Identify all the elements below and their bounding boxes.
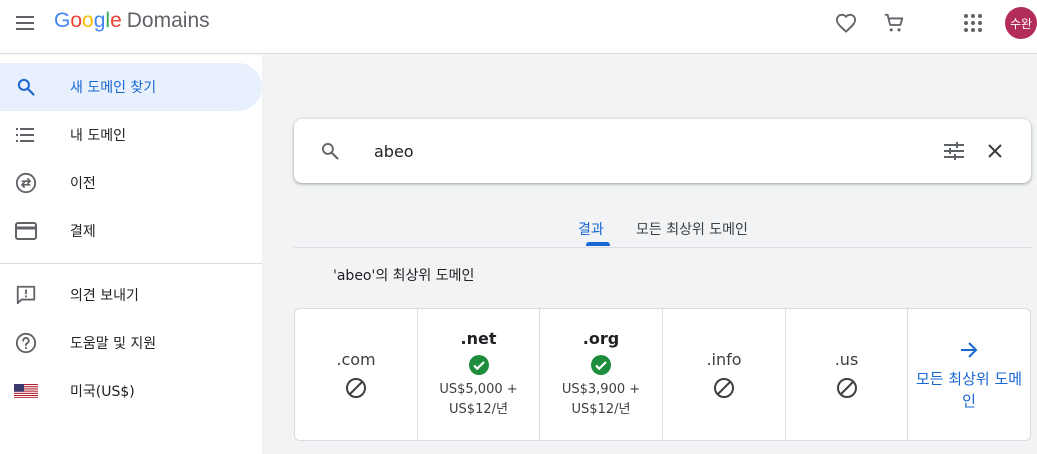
heart-icon[interactable] <box>833 10 859 36</box>
more-tlds-label: 모든 최상위 도메인 <box>915 369 1023 410</box>
tab-all-tlds[interactable]: 모든 최상위 도메인 <box>636 219 748 239</box>
cart-icon[interactable] <box>881 10 907 36</box>
sidebar-item-help[interactable]: 도움말 및 지원 <box>0 319 262 367</box>
list-icon <box>14 123 38 147</box>
available-check-icon <box>590 354 612 376</box>
tld-price: US$5,000 + US$12/년 <box>439 382 518 417</box>
sidebar-item-billing[interactable]: 결제 <box>0 207 262 255</box>
tld-option-net[interactable]: .net US$5,000 + US$12/년 <box>418 309 540 440</box>
transfer-icon <box>14 171 38 195</box>
sidebar-item-label: 결제 <box>70 224 96 240</box>
sidebar-divider <box>0 263 262 264</box>
search-icon <box>14 75 38 99</box>
navigation-drawer: 새 도메인 찾기 내 도메인 이전 결제 의견 보내기 도움말 및 지원 미국(… <box>0 55 262 454</box>
feedback-icon <box>14 283 38 307</box>
results-tabs: 결과 모든 최상위 도메인 <box>294 210 1031 248</box>
sidebar-item-transfer[interactable]: 이전 <box>0 159 262 207</box>
google-domains-logo[interactable]: Google Domains <box>54 9 210 33</box>
unavailable-icon <box>345 377 367 399</box>
unavailable-icon <box>713 377 735 399</box>
tune-filter-icon[interactable] <box>942 139 966 163</box>
available-check-icon <box>468 354 490 376</box>
sidebar-item-currency[interactable]: 미국(US$) <box>0 367 262 415</box>
sidebar-item-label: 이전 <box>70 176 96 192</box>
active-tab-indicator <box>586 242 610 246</box>
sidebar-item-my-domains[interactable]: 내 도메인 <box>0 111 262 159</box>
sidebar-item-label: 내 도메인 <box>70 128 126 144</box>
tab-results[interactable]: 결과 <box>578 219 604 239</box>
sidebar-item-label: 도움말 및 지원 <box>70 336 157 352</box>
tld-name: .org <box>582 329 620 348</box>
sidebar-item-label: 새 도메인 찾기 <box>70 80 157 96</box>
tld-option-us[interactable]: .us <box>786 309 908 440</box>
tld-option-info[interactable]: .info <box>663 309 786 440</box>
sidebar-item-label: 미국(US$) <box>70 384 135 400</box>
section-title: 'abeo'의 최상위 도메인 <box>333 268 475 284</box>
tld-results-card: .com .net US$5,000 + US$12/년 .org US$3,90… <box>294 308 1031 441</box>
unavailable-icon <box>836 377 858 399</box>
tld-name: .net <box>460 329 497 348</box>
tld-name: .us <box>834 350 859 369</box>
tld-option-com[interactable]: .com <box>295 309 418 440</box>
credit-card-icon <box>14 219 38 243</box>
sidebar-item-feedback[interactable]: 의견 보내기 <box>0 271 262 319</box>
search-input[interactable] <box>374 137 934 165</box>
arrow-forward-icon <box>957 338 981 362</box>
account-avatar[interactable]: 수완 <box>1005 7 1037 39</box>
sidebar-item-find-domain[interactable]: 새 도메인 찾기 <box>0 63 262 111</box>
tld-price: US$3,900 + US$12/년 <box>561 382 641 417</box>
search-icon <box>318 139 342 163</box>
tld-name: .com <box>336 350 376 369</box>
more-tlds-link[interactable]: 모든 최상위 도메인 <box>908 309 1030 440</box>
help-icon <box>14 331 38 355</box>
sidebar-item-label: 의견 보내기 <box>70 288 139 304</box>
tld-name: .info <box>706 350 742 369</box>
apps-icon[interactable] <box>960 10 986 36</box>
top-app-bar: Google Domains 수완 <box>0 0 1037 54</box>
close-icon[interactable] <box>983 139 1007 163</box>
us-flag-icon <box>14 379 38 403</box>
menu-icon[interactable] <box>14 11 38 35</box>
domain-search-box <box>294 119 1031 183</box>
tld-option-org[interactable]: .org US$3,900 + US$12/년 <box>540 309 663 440</box>
